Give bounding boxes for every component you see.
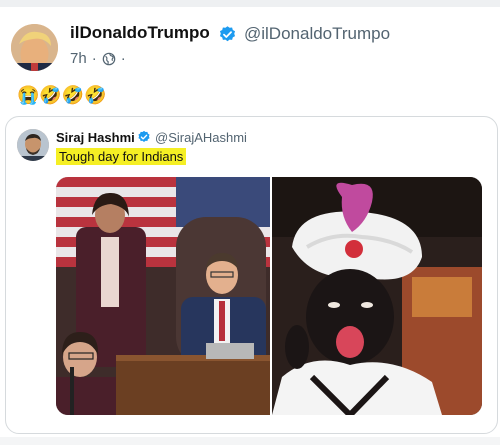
quoted-post-card[interactable]: Siraj Hashmi @SirajAHashmi Tough day for…: [5, 116, 498, 434]
post-meta: 7h · ·: [70, 50, 126, 67]
globe-icon: [102, 52, 115, 65]
bottom-divider: [0, 437, 500, 445]
post-time[interactable]: 7h: [70, 50, 87, 67]
quoted-author-handle[interactable]: @SirajAHashmi: [155, 130, 247, 145]
post-text: 😭🤣🤣🤣: [17, 85, 107, 105]
media-photo-left[interactable]: [56, 177, 270, 415]
quoted-author-display-name[interactable]: Siraj Hashmi: [56, 130, 135, 145]
author-display-name[interactable]: ilDonaldoTrumpo: [70, 23, 210, 43]
author-avatar[interactable]: [11, 24, 58, 71]
author-handle[interactable]: @ilDonaldoTrumpo: [244, 24, 390, 44]
quoted-post-text: Tough day for Indians: [56, 148, 187, 165]
meta-separator-trailing: ·: [120, 50, 126, 67]
verified-badge-icon: [219, 26, 236, 42]
top-divider: [0, 0, 500, 7]
meta-separator: ·: [91, 50, 97, 67]
quoted-verified-badge-icon: [138, 130, 150, 142]
quoted-media-grid[interactable]: [56, 177, 482, 415]
media-photo-right[interactable]: [272, 177, 482, 415]
quoted-author-avatar[interactable]: [17, 129, 49, 161]
